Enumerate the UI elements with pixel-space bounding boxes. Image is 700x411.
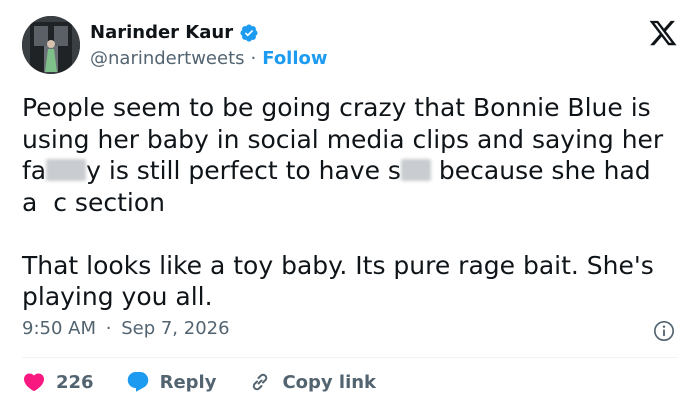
tweet-paragraph-1: People seem to be going crazy that Bonni… [22,92,682,218]
tweet-paragraph-2: That looks like a toy baby. Its pure rag… [22,250,654,312]
verified-badge-icon [239,23,259,43]
follow-button[interactable]: Follow [262,48,327,69]
timestamp-separator: · [105,318,112,339]
tweet-card: Narinder Kaur @narindertweets · Follow P… [0,0,700,411]
reply-button[interactable]: Reply [126,370,217,394]
tweet-actions: 226 Reply Copy link [22,370,408,394]
reply-bubble-icon [126,370,150,394]
tweet-time: 9:50 AM [22,318,96,339]
avatar[interactable] [22,16,80,74]
tweet-line-2a: fa [22,156,47,185]
tweet-line-3b: c section [53,187,165,217]
author-handle-row: @narindertweets · Follow [90,48,328,69]
tweet-line-2c: because she had [430,156,651,185]
reply-label: Reply [159,371,217,393]
copy-link-button[interactable]: Copy link [248,370,376,394]
divider [22,357,678,358]
avatar-image [22,16,80,74]
handle-separator: · [250,48,257,69]
tweet-line-2b: y is still perfect to have s [86,156,401,185]
like-count: 226 [56,371,94,393]
tweet-text: People seem to be going crazy that Bonni… [22,92,682,313]
author-handle[interactable]: @narindertweets [90,48,245,69]
tweet-line-3a: a [22,187,38,217]
copy-link-label: Copy link [282,371,377,393]
like-button[interactable]: 226 [22,370,94,394]
link-icon [248,370,272,394]
tweet-date: Sep 7, 2026 [121,318,230,339]
tweet-line-1: People seem to be going crazy that Bonni… [22,93,664,154]
heart-icon [22,370,46,394]
author-name[interactable]: Narinder Kaur [90,22,233,43]
censored-word-1 [46,159,87,181]
tweet-timestamp[interactable]: 9:50 AM · Sep 7, 2026 [22,318,230,339]
author-name-row: Narinder Kaur [90,22,259,43]
x-logo-icon[interactable] [648,18,678,48]
censored-word-2 [400,159,431,181]
info-icon[interactable] [653,320,675,342]
